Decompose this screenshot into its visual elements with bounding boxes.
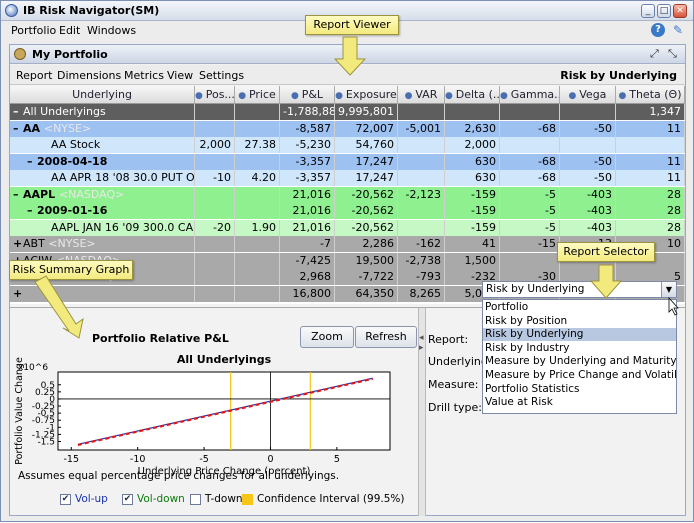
arrow-report-selector	[589, 264, 623, 299]
app-window: IB Risk Navigator(SM) _ □ ✕ Portfolio Ed…	[0, 0, 694, 522]
arrow-report-viewer	[333, 36, 367, 76]
callout-arrows	[34, 36, 679, 339]
mouse-cursor-icon	[668, 296, 679, 316]
arrow-risk-summary	[34, 275, 84, 339]
